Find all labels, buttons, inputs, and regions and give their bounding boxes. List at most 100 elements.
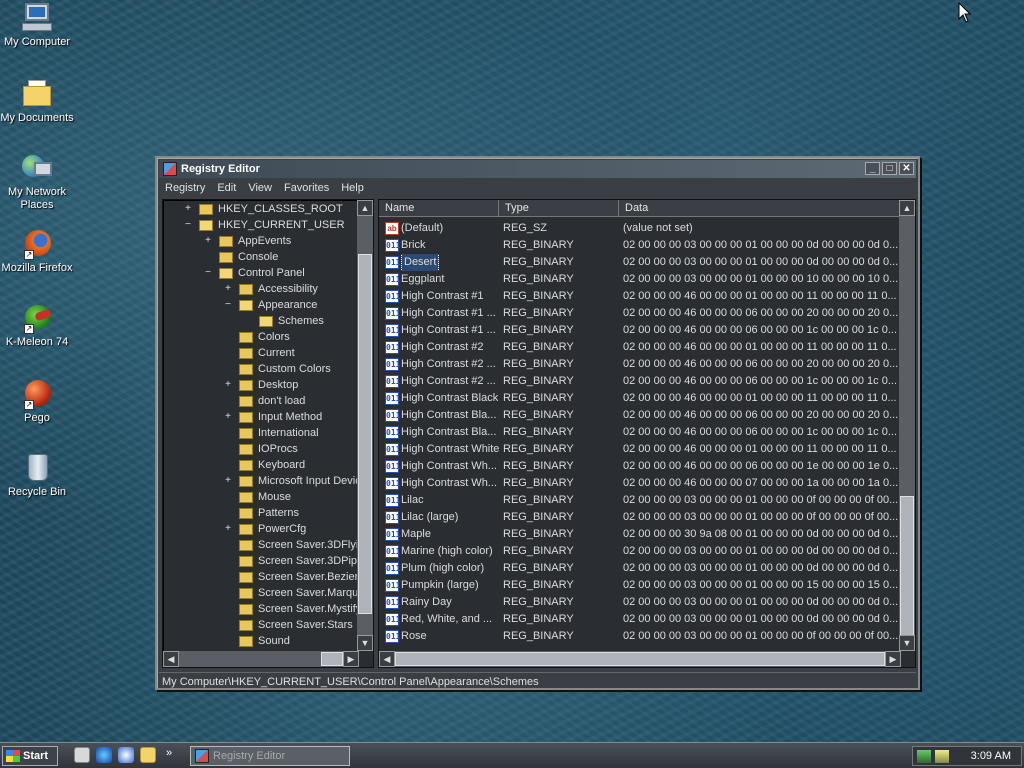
expand-icon[interactable]: + [223, 281, 233, 297]
collapse-icon[interactable]: − [203, 265, 213, 281]
scroll-up-button[interactable]: ▲ [357, 200, 373, 216]
value-row[interactable]: 011 Eggplant REG_BINARY 02 00 00 00 03 00 0… [379, 271, 899, 288]
scroll-down-button[interactable]: ▼ [357, 635, 373, 651]
desktop-icon-my-documents[interactable]: My Documents [0, 78, 74, 125]
value-row[interactable]: 011 High Contrast #2 ... REG_BINARY 02 00 0… [379, 373, 899, 390]
tree-node[interactable]: + Input Method [223, 409, 322, 425]
collapse-icon[interactable]: − [223, 297, 233, 313]
tree-node[interactable]: Mouse [223, 489, 291, 505]
minimize-button[interactable]: _ [865, 162, 880, 175]
menu-edit[interactable]: Edit [211, 182, 242, 194]
tree-node[interactable]: Colors [223, 329, 290, 345]
desktop-icon-k-meleon[interactable]: ↗ K-Meleon 74 [0, 302, 74, 349]
value-row[interactable]: 011 Lilac REG_BINARY 02 00 00 00 03 00 00 0… [379, 492, 899, 509]
tree-node[interactable]: Sound [223, 633, 290, 649]
value-row[interactable]: 011 Maple REG_BINARY 02 00 00 00 30 9a 08 0… [379, 526, 899, 543]
tree-node[interactable]: + Desktop [223, 377, 298, 393]
taskbar-item-registry-editor[interactable]: Registry Editor [190, 746, 350, 766]
value-row[interactable]: 011 Lilac (large) REG_BINARY 02 00 00 00 03… [379, 509, 899, 526]
value-row[interactable]: 011 High Contrast #1 ... REG_BINARY 02 00 0… [379, 322, 899, 339]
desktop-icon-recycle-bin[interactable]: Recycle Bin [0, 452, 74, 499]
desktop-icon-my-computer[interactable]: My Computer [0, 2, 74, 49]
value-row[interactable]: 011 High Contrast Bla... REG_BINARY 02 00 0… [379, 407, 899, 424]
tree-node[interactable]: − HKEY_CURRENT_USER [183, 217, 344, 233]
tree-node[interactable]: Screen Saver.Mystify [223, 601, 357, 617]
scroll-down-button[interactable]: ▼ [899, 635, 915, 651]
value-row[interactable]: 011 High Contrast #1 ... REG_BINARY 02 00 0… [379, 305, 899, 322]
value-row[interactable]: 011 Rose REG_BINARY 02 00 00 00 03 00 00 00… [379, 628, 899, 645]
tray-app-icon[interactable] [935, 750, 949, 763]
show-desktop-icon[interactable] [74, 747, 90, 763]
title-bar[interactable]: Registry Editor _ □ ✕ [159, 160, 916, 178]
desktop-icon-firefox[interactable]: ↗ Mozilla Firefox [0, 228, 74, 275]
scroll-thumb[interactable] [358, 254, 372, 614]
scroll-thumb[interactable] [900, 496, 914, 636]
column-type-header[interactable]: Type [499, 200, 619, 217]
tree-node[interactable]: Keyboard [223, 457, 305, 473]
values-vertical-scrollbar[interactable]: ▲ ▼ [899, 200, 915, 651]
tree-node[interactable]: Current [223, 345, 295, 361]
tree-node[interactable]: International [223, 425, 319, 441]
tree-node[interactable]: Screen Saver.Bezier [223, 569, 357, 585]
scroll-up-button[interactable]: ▲ [899, 200, 915, 216]
tree-node[interactable]: Screen Saver.3DFlyingObj [223, 537, 357, 553]
value-row[interactable]: 011 High Contrast Black REG_BINARY 02 00 00… [379, 390, 899, 407]
tree-node[interactable]: Screen Saver.3DPipes [223, 553, 357, 569]
scroll-right-button[interactable]: ▶ [885, 651, 901, 667]
expand-icon[interactable]: + [223, 409, 233, 425]
outlook-express-icon[interactable] [118, 747, 134, 763]
expand-icon[interactable]: + [203, 233, 213, 249]
scroll-left-button[interactable]: ◀ [163, 651, 179, 667]
key-tree-pane[interactable]: + HKEY_CLASSES_ROOT − HKEY_CURRENT_USER + App… [162, 199, 374, 668]
value-row[interactable]: 011 High Contrast #2 ... REG_BINARY 02 00 0… [379, 356, 899, 373]
values-horizontal-scrollbar[interactable]: ◀ ▶ [379, 651, 901, 667]
menu-view[interactable]: View [242, 182, 278, 194]
desktop-icon-my-network-places[interactable]: My Network Places [0, 152, 74, 212]
value-row[interactable]: 011 Desert REG_BINARY 02 00 00 00 03 00 00 … [379, 254, 899, 271]
tree-node[interactable]: + AppEvents [203, 233, 291, 249]
expand-icon[interactable]: + [223, 473, 233, 489]
tree-node[interactable]: − Control Panel [203, 265, 305, 281]
menu-help[interactable]: Help [335, 182, 370, 194]
explorer-icon[interactable] [140, 747, 156, 763]
scroll-right-button[interactable]: ▶ [343, 651, 359, 667]
tree-node[interactable]: + Microsoft Input Devices [223, 473, 357, 489]
network-tray-icon[interactable] [917, 750, 931, 763]
scroll-thumb[interactable] [321, 652, 343, 666]
expand-icon[interactable]: + [223, 377, 233, 393]
tree-node[interactable]: Screen Saver.Stars [223, 617, 353, 633]
tree-node[interactable]: Patterns [223, 505, 299, 521]
expand-icon[interactable]: + [223, 521, 233, 537]
tree-node[interactable]: Custom Colors [223, 361, 331, 377]
tree-node[interactable]: IOProcs [223, 441, 298, 457]
tree-node[interactable]: Console [203, 249, 278, 265]
value-row[interactable]: 011 Red, White, and ... REG_BINARY 02 00 00… [379, 611, 899, 628]
value-row[interactable]: ab (Default) REG_SZ (value not set) [379, 220, 899, 237]
value-row[interactable]: 011 High Contrast Bla... REG_BINARY 02 00 0… [379, 424, 899, 441]
value-row[interactable]: 011 Brick REG_BINARY 02 00 00 00 03 00 00 0… [379, 237, 899, 254]
tree-node[interactable]: + Accessibility [223, 281, 318, 297]
clock[interactable]: 3:09 AM [971, 750, 1011, 762]
scroll-thumb[interactable] [395, 652, 885, 666]
value-row[interactable]: 011 Pumpkin (large) REG_BINARY 02 00 00 00 … [379, 577, 899, 594]
scroll-left-button[interactable]: ◀ [379, 651, 395, 667]
tree-node[interactable]: − Appearance [223, 297, 317, 313]
value-row[interactable]: 011 Plum (high color) REG_BINARY 02 00 00 0… [379, 560, 899, 577]
value-row[interactable]: 011 High Contrast #1 REG_BINARY 02 00 00 00… [379, 288, 899, 305]
value-row[interactable]: 011 Rainy Day REG_BINARY 02 00 00 00 03 00 … [379, 594, 899, 611]
close-button[interactable]: ✕ [899, 162, 914, 175]
maximize-button[interactable]: □ [882, 162, 897, 175]
tree-node[interactable]: + PowerCfg [223, 521, 306, 537]
column-data-header[interactable]: Data [619, 200, 899, 217]
tree-node[interactable]: Screen Saver.Marquee [223, 585, 357, 601]
value-row[interactable]: 011 High Contrast White REG_BINARY 02 00 00… [379, 441, 899, 458]
value-row[interactable]: 011 High Contrast Wh... REG_BINARY 02 00 00… [379, 458, 899, 475]
menu-registry[interactable]: Registry [159, 182, 211, 194]
tree-node[interactable]: don't load [223, 393, 305, 409]
menu-favorites[interactable]: Favorites [278, 182, 335, 194]
start-button[interactable]: Start [2, 746, 58, 766]
value-row[interactable]: 011 Marine (high color) REG_BINARY 02 00 00… [379, 543, 899, 560]
collapse-icon[interactable]: − [183, 217, 193, 233]
tree-horizontal-scrollbar[interactable]: ◀ ▶ [163, 651, 359, 667]
internet-explorer-icon[interactable] [96, 747, 112, 763]
